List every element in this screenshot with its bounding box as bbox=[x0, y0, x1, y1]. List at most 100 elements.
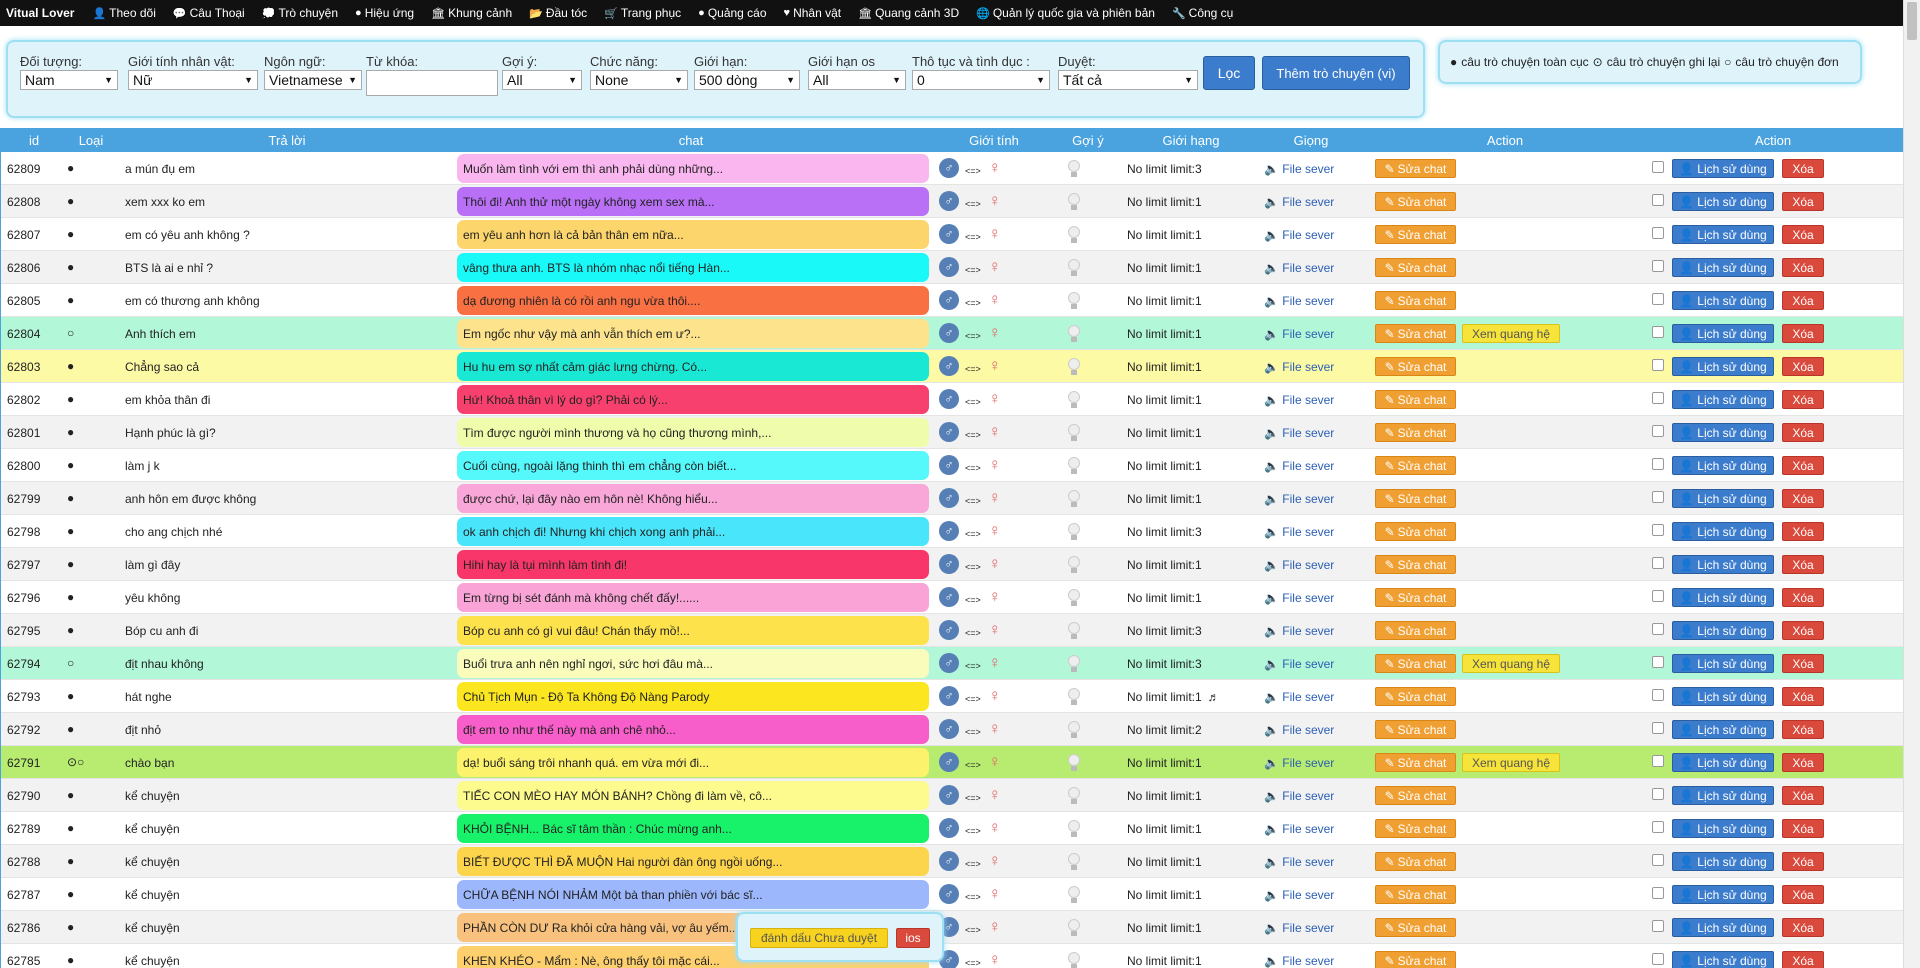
scrollbar-thumb[interactable] bbox=[1907, 2, 1917, 40]
edit-chat-button[interactable]: ✎ Sửa chat bbox=[1375, 621, 1456, 640]
page-scrollbar[interactable] bbox=[1903, 0, 1920, 968]
voice-link[interactable]: 🔈 File sever bbox=[1264, 228, 1334, 242]
row-chat[interactable]: Em từng bị sét đánh mà không chết đấy!..… bbox=[457, 583, 929, 612]
add-chat-button[interactable]: Thêm trò chuyện (vi) bbox=[1262, 56, 1410, 90]
voice-link[interactable]: 🔈 File sever bbox=[1264, 690, 1334, 704]
keyword-input[interactable] bbox=[366, 70, 498, 96]
lightbulb-icon[interactable] bbox=[1067, 589, 1081, 607]
radio-filled-icon[interactable]: ● bbox=[1450, 55, 1457, 69]
row-checkbox[interactable] bbox=[1652, 491, 1664, 503]
row-checkbox[interactable] bbox=[1652, 326, 1664, 338]
voice-link[interactable]: 🔈 File sever bbox=[1264, 195, 1334, 209]
voice-link[interactable]: 🔈 File sever bbox=[1264, 393, 1334, 407]
voice-link[interactable]: 🔈 File sever bbox=[1264, 756, 1334, 770]
row-chat[interactable]: Buổi trưa anh nên nghỉ ngơi, sức hơi đâu… bbox=[457, 649, 929, 678]
delete-button[interactable]: Xóa bbox=[1782, 390, 1824, 409]
delete-button[interactable]: Xóa bbox=[1782, 753, 1824, 772]
row-checkbox[interactable] bbox=[1652, 623, 1664, 635]
filter-button[interactable]: Lọc bbox=[1203, 56, 1255, 90]
voice-link[interactable]: 🔈 File sever bbox=[1264, 162, 1334, 176]
row-chat[interactable]: CHỮA BỆNH NÓI NHẢM Một bà than phiền với… bbox=[457, 880, 929, 909]
lightbulb-icon[interactable] bbox=[1067, 622, 1081, 640]
voice-link[interactable]: 🔈 File sever bbox=[1264, 525, 1334, 539]
usage-history-button[interactable]: 👤 Lịch sử dùng bbox=[1672, 390, 1774, 409]
voice-link[interactable]: 🔈 File sever bbox=[1264, 789, 1334, 803]
row-checkbox[interactable] bbox=[1652, 590, 1664, 602]
lightbulb-icon[interactable] bbox=[1067, 820, 1081, 838]
nav-item-9[interactable]: 🏛 Quang cảnh 3D bbox=[858, 6, 959, 20]
row-checkbox[interactable] bbox=[1652, 458, 1664, 470]
voice-link[interactable]: 🔈 File sever bbox=[1264, 624, 1334, 638]
voice-link[interactable]: 🔈 File sever bbox=[1264, 261, 1334, 275]
edit-chat-button[interactable]: ✎ Sửa chat bbox=[1375, 192, 1456, 211]
lightbulb-icon[interactable] bbox=[1067, 655, 1081, 673]
row-checkbox[interactable] bbox=[1652, 227, 1664, 239]
row-checkbox[interactable] bbox=[1652, 953, 1664, 965]
lightbulb-icon[interactable] bbox=[1067, 424, 1081, 442]
delete-button[interactable]: Xóa bbox=[1782, 621, 1824, 640]
edit-chat-button[interactable]: ✎ Sửa chat bbox=[1375, 423, 1456, 442]
view-relation-button[interactable]: Xem quang hệ bbox=[1462, 654, 1560, 673]
row-checkbox[interactable] bbox=[1652, 194, 1664, 206]
row-chat[interactable]: Hứ! Khoả thân vì lý do gì? Phải có lý... bbox=[457, 385, 929, 414]
usage-history-button[interactable]: 👤 Lịch sử dùng bbox=[1672, 555, 1774, 574]
lightbulb-icon[interactable] bbox=[1067, 226, 1081, 244]
lightbulb-icon[interactable] bbox=[1067, 523, 1081, 541]
voice-link[interactable]: 🔈 File sever bbox=[1264, 921, 1334, 935]
row-chat[interactable]: địt em to như thế này mà anh chê nhỏ... bbox=[457, 715, 929, 744]
row-checkbox[interactable] bbox=[1652, 161, 1664, 173]
row-chat[interactable]: vâng thưa anh. BTS là nhóm nhạc nổi tiến… bbox=[457, 253, 929, 282]
duyet-select[interactable]: Tất cả ▼ bbox=[1058, 70, 1198, 90]
usage-history-button[interactable]: 👤 Lịch sử dùng bbox=[1672, 687, 1774, 706]
voice-link[interactable]: 🔈 File sever bbox=[1264, 723, 1334, 737]
row-chat[interactable]: Tìm được người mình thương và họ cũng th… bbox=[457, 418, 929, 447]
usage-history-button[interactable]: 👤 Lịch sử dùng bbox=[1672, 423, 1774, 442]
nav-item-1[interactable]: 💬 Câu Thoại bbox=[173, 6, 245, 20]
edit-chat-button[interactable]: ✎ Sửa chat bbox=[1375, 687, 1456, 706]
delete-button[interactable]: Xóa bbox=[1782, 192, 1824, 211]
edit-chat-button[interactable]: ✎ Sửa chat bbox=[1375, 522, 1456, 541]
row-checkbox[interactable] bbox=[1652, 689, 1664, 701]
row-chat[interactable]: Bóp cu anh có gì vui đâu! Chán thấy mồ!.… bbox=[457, 616, 929, 645]
delete-button[interactable]: Xóa bbox=[1782, 951, 1824, 968]
usage-history-button[interactable]: 👤 Lịch sử dùng bbox=[1672, 225, 1774, 244]
usage-history-button[interactable]: 👤 Lịch sử dùng bbox=[1672, 192, 1774, 211]
radio-label-single[interactable]: câu trò chuyện đơn bbox=[1735, 55, 1838, 69]
voice-link[interactable]: 🔈 File sever bbox=[1264, 855, 1334, 869]
edit-chat-button[interactable]: ✎ Sửa chat bbox=[1375, 291, 1456, 310]
usage-history-button[interactable]: 👤 Lịch sử dùng bbox=[1672, 324, 1774, 343]
voice-link[interactable]: 🔈 File sever bbox=[1264, 657, 1334, 671]
usage-history-button[interactable]: 👤 Lịch sử dùng bbox=[1672, 885, 1774, 904]
brand-logo[interactable]: Vitual Lover bbox=[6, 6, 74, 20]
voice-link[interactable]: 🔈 File sever bbox=[1264, 888, 1334, 902]
edit-chat-button[interactable]: ✎ Sửa chat bbox=[1375, 951, 1456, 968]
lightbulb-icon[interactable] bbox=[1067, 721, 1081, 739]
lightbulb-icon[interactable] bbox=[1067, 391, 1081, 409]
delete-button[interactable]: Xóa bbox=[1782, 885, 1824, 904]
lightbulb-icon[interactable] bbox=[1067, 490, 1081, 508]
delete-button[interactable]: Xóa bbox=[1782, 357, 1824, 376]
delete-button[interactable]: Xóa bbox=[1782, 720, 1824, 739]
lightbulb-icon[interactable] bbox=[1067, 358, 1081, 376]
row-chat[interactable]: Chủ Tịch Mụn - Độ Ta Không Độ Nàng Parod… bbox=[457, 682, 929, 711]
row-checkbox[interactable] bbox=[1652, 887, 1664, 899]
usage-history-button[interactable]: 👤 Lịch sử dùng bbox=[1672, 456, 1774, 475]
row-chat[interactable]: dạ! buổi sáng trôi nhanh quá. em vừa mới… bbox=[457, 748, 929, 777]
edit-chat-button[interactable]: ✎ Sửa chat bbox=[1375, 885, 1456, 904]
edit-chat-button[interactable]: ✎ Sửa chat bbox=[1375, 819, 1456, 838]
ngon-ngu-select[interactable]: Vietnamese ▼ bbox=[264, 70, 362, 90]
usage-history-button[interactable]: 👤 Lịch sử dùng bbox=[1672, 357, 1774, 376]
edit-chat-button[interactable]: ✎ Sửa chat bbox=[1375, 720, 1456, 739]
tho-tuc-select[interactable]: 0 ▼ bbox=[912, 70, 1050, 90]
edit-chat-button[interactable]: ✎ Sửa chat bbox=[1375, 786, 1456, 805]
delete-button[interactable]: Xóa bbox=[1782, 489, 1824, 508]
nav-item-6[interactable]: 🛒 Trang phục bbox=[604, 6, 681, 20]
delete-button[interactable]: Xóa bbox=[1782, 324, 1824, 343]
voice-link[interactable]: 🔈 File sever bbox=[1264, 591, 1334, 605]
edit-chat-button[interactable]: ✎ Sửa chat bbox=[1375, 456, 1456, 475]
radio-label-recorded[interactable]: câu trò chuyện ghi lại bbox=[1607, 55, 1720, 69]
delete-button[interactable]: Xóa bbox=[1782, 423, 1824, 442]
lightbulb-icon[interactable] bbox=[1067, 787, 1081, 805]
row-checkbox[interactable] bbox=[1652, 392, 1664, 404]
edit-chat-button[interactable]: ✎ Sửa chat bbox=[1375, 918, 1456, 937]
